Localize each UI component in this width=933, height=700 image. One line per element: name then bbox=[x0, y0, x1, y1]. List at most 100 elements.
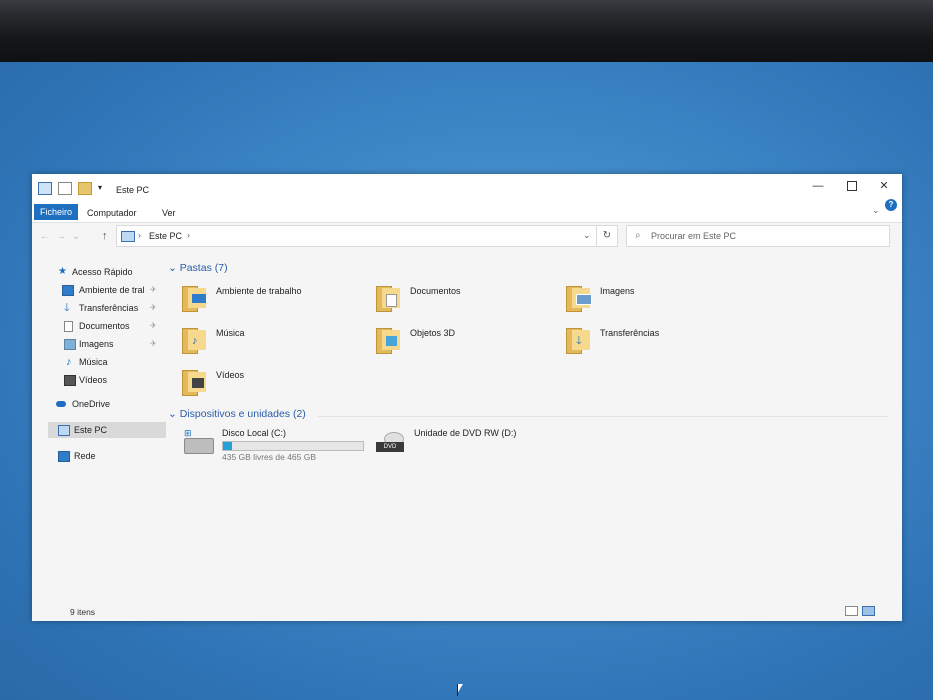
folders-group-title: Pastas (7) bbox=[179, 262, 228, 274]
search-input[interactable] bbox=[651, 229, 871, 242]
sidebar-item-musica[interactable]: ♪ Música bbox=[48, 354, 166, 370]
collapse-chevron-icon[interactable]: ⌄ bbox=[168, 408, 180, 420]
devices-group-title: Dispositivos e unidades (2) bbox=[179, 408, 306, 420]
drive-usage-bar bbox=[222, 441, 364, 451]
drive-label: Disco Local (C:) bbox=[222, 428, 287, 438]
title-bar: ▾ Este PC — ✕ bbox=[32, 174, 902, 202]
quick-access-toolbar: ▾ bbox=[38, 182, 106, 195]
sidebar-item-ambiente-de-trabalho[interactable]: Ambiente de tral ✈ bbox=[48, 282, 166, 298]
breadcrumb-separator[interactable]: › bbox=[187, 230, 190, 240]
dvd-badge: DVD bbox=[376, 442, 404, 452]
search-box[interactable]: ⌕ bbox=[626, 225, 890, 247]
tab-view[interactable]: Ver bbox=[157, 206, 181, 220]
star-icon: ★ bbox=[58, 266, 67, 277]
sidebar-item-documentos[interactable]: Documentos ✈ bbox=[48, 318, 166, 334]
document-icon bbox=[64, 321, 73, 332]
sidebar-item-rede[interactable]: Rede bbox=[48, 448, 166, 464]
folder-tile-musica[interactable]: ♪ Música bbox=[182, 324, 372, 362]
sidebar-item-label: Este PC bbox=[74, 425, 108, 435]
sidebar-item-label: Documentos bbox=[79, 321, 130, 331]
sidebar-item-acesso-rapido[interactable]: ★ Acesso Rápido bbox=[48, 264, 166, 280]
pin-icon[interactable]: ✈ bbox=[150, 336, 157, 352]
download-icon: 🡓 bbox=[64, 302, 70, 314]
drive-tile-d[interactable]: DVD Unidade de DVD RW (D:) bbox=[374, 428, 574, 470]
status-bar: 9 itens bbox=[32, 601, 902, 621]
search-icon: ⌕ bbox=[635, 230, 641, 241]
desktop-folder-icon bbox=[182, 286, 208, 312]
collapse-chevron-icon[interactable]: ⌄ bbox=[168, 262, 180, 274]
devices-group-header[interactable]: ⌄ Dispositivos e unidades (2) bbox=[168, 408, 306, 420]
documents-folder-icon bbox=[376, 286, 402, 312]
cloud-icon bbox=[56, 401, 66, 407]
sidebar-item-label: Música bbox=[79, 357, 108, 367]
dvd-drive-icon: DVD bbox=[376, 432, 404, 452]
breadcrumb-separator[interactable]: › bbox=[138, 230, 141, 240]
folder-tile-videos[interactable]: Vídeos bbox=[182, 366, 372, 404]
music-icon: ♪ bbox=[66, 356, 72, 368]
window-title: Este PC bbox=[116, 185, 150, 195]
refresh-icon: ↻ bbox=[602, 230, 612, 241]
sidebar-item-imagens[interactable]: Imagens ✈ bbox=[48, 336, 166, 352]
drive-space-text: 435 GB livres de 465 GB bbox=[222, 452, 317, 462]
close-button[interactable]: ✕ bbox=[870, 178, 898, 194]
folder-tile-imagens[interactable]: Imagens bbox=[566, 282, 756, 320]
pc-icon bbox=[121, 231, 135, 242]
folder-tile-objetos-3d[interactable]: Objetos 3D bbox=[376, 324, 566, 362]
maximize-icon bbox=[847, 181, 857, 191]
sidebar-item-este-pc[interactable]: Este PC bbox=[48, 422, 166, 438]
music-folder-icon: ♪ bbox=[182, 328, 208, 354]
address-bar[interactable]: › Este PC › ⌄ bbox=[116, 225, 605, 247]
minimize-button[interactable]: — bbox=[804, 178, 832, 194]
back-forward-arrows-icon[interactable]: ←→⌄ bbox=[40, 231, 86, 242]
refresh-button[interactable]: ↻ bbox=[596, 225, 618, 247]
downloads-folder-icon: 🡓 bbox=[566, 328, 592, 354]
breadcrumb-este-pc[interactable]: Este PC bbox=[149, 231, 182, 241]
properties-icon[interactable] bbox=[58, 182, 72, 195]
details-view-icon[interactable] bbox=[845, 606, 858, 616]
customize-toolbar-chevron-icon[interactable]: ▾ bbox=[98, 183, 106, 194]
minimize-icon: — bbox=[812, 180, 824, 192]
folder-label: Vídeos bbox=[216, 370, 245, 380]
help-icon[interactable]: ? bbox=[885, 199, 897, 211]
mouse-cursor-icon bbox=[457, 684, 463, 696]
folder-tile-ambiente-de-trabalho[interactable]: Ambiente de trabalho bbox=[182, 282, 372, 320]
monitor-bezel bbox=[0, 0, 933, 66]
sidebar-item-label: Rede bbox=[74, 451, 96, 461]
close-icon: ✕ bbox=[879, 180, 889, 192]
network-icon bbox=[58, 451, 70, 462]
sidebar-item-onedrive[interactable]: OneDrive bbox=[48, 396, 166, 412]
pin-icon[interactable]: ✈ bbox=[150, 300, 157, 316]
sidebar-item-videos[interactable]: Vídeos bbox=[48, 372, 166, 388]
item-count: 9 itens bbox=[70, 607, 96, 617]
folder-label: Objetos 3D bbox=[410, 328, 456, 338]
folder-tile-documentos[interactable]: Documentos bbox=[376, 282, 566, 320]
drive-tile-c[interactable]: ⊞ Disco Local (C:) 435 GB livres de 465 … bbox=[182, 428, 382, 470]
maximize-button[interactable] bbox=[838, 178, 866, 194]
sidebar-item-label: Transferências bbox=[79, 303, 139, 313]
sidebar-item-label: OneDrive bbox=[72, 399, 111, 409]
sidebar-item-transferencias[interactable]: 🡓 Transferências ✈ bbox=[48, 300, 166, 316]
drive-label: Unidade de DVD RW (D:) bbox=[414, 428, 517, 438]
pc-icon bbox=[38, 182, 52, 195]
drive-usage-fill bbox=[223, 442, 233, 450]
pin-icon[interactable]: ✈ bbox=[150, 282, 157, 298]
folders-group-header[interactable]: ⌄ Pastas (7) bbox=[168, 262, 228, 274]
sidebar-item-label: Vídeos bbox=[79, 375, 108, 385]
navigation-bar: ←→⌄ ↑ › Este PC › ⌄ ↻ ⌕ bbox=[32, 223, 902, 249]
up-arrow-icon[interactable]: ↑ bbox=[102, 230, 108, 242]
new-folder-icon[interactable] bbox=[78, 182, 92, 195]
hard-drive-icon bbox=[184, 438, 214, 454]
large-icons-view-icon[interactable] bbox=[862, 606, 875, 616]
pin-icon[interactable]: ✈ bbox=[150, 318, 157, 334]
expand-ribbon-chevron-icon[interactable]: ⌄ bbox=[872, 205, 880, 216]
address-dropdown-chevron-icon[interactable]: ⌄ bbox=[583, 230, 591, 241]
images-folder-icon bbox=[566, 286, 592, 312]
file-explorer-window: ▾ Este PC — ✕ Ficheiro Computador Ver ⌄ … bbox=[32, 174, 902, 621]
view-toggle bbox=[845, 606, 875, 616]
ribbon: Ficheiro Computador Ver ⌄ bbox=[32, 202, 902, 223]
sidebar-item-label: Ambiente de tral bbox=[79, 285, 145, 295]
tab-computer[interactable]: Computador bbox=[82, 206, 142, 220]
folder-tile-transferencias[interactable]: 🡓 Transferências bbox=[566, 324, 756, 362]
tab-file[interactable]: Ficheiro bbox=[34, 204, 79, 220]
sidebar-item-label: Imagens bbox=[79, 339, 114, 349]
